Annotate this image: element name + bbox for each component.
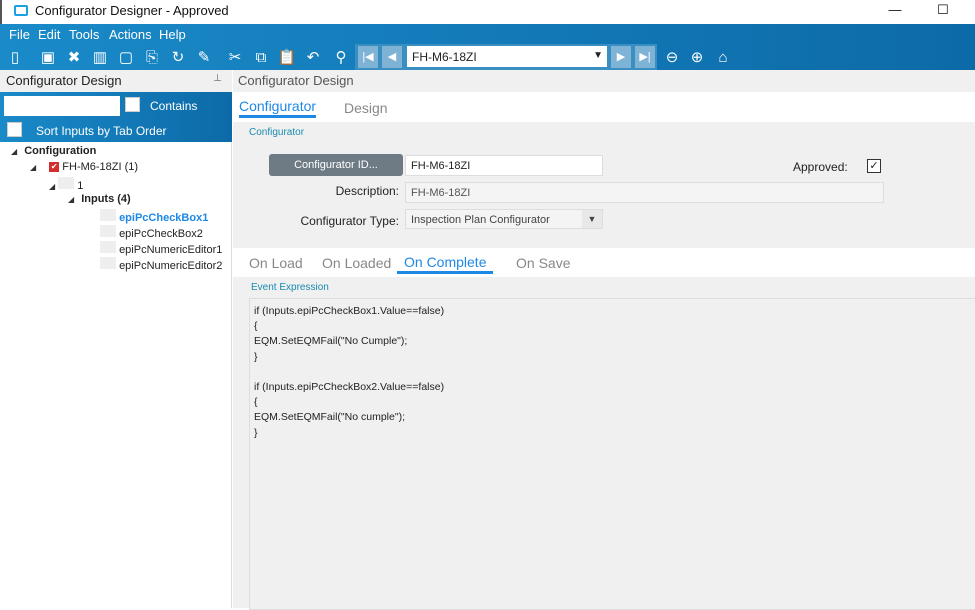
record-value: FH-M6-18ZI (412, 50, 477, 64)
configurator-id-input[interactable]: FH-M6-18ZI (405, 155, 603, 176)
folder-icon (100, 225, 116, 237)
undo-icon[interactable]: ↶ (303, 48, 323, 68)
group-label: Configurator (249, 127, 305, 138)
back-icon[interactable]: ⊖ (662, 48, 682, 68)
folder-icon (100, 257, 116, 269)
previous-record-icon[interactable]: ◀ (382, 46, 402, 68)
expand-icon: ◢ (11, 147, 18, 156)
left-panel-title: Configurator Design (6, 73, 122, 88)
menu-toolbar-band: File Edit Tools Actions Help ▯ ▣ ✖ ▥ ▢ ⎘… (0, 24, 975, 70)
tab-design[interactable]: Design (344, 100, 388, 116)
cut-icon[interactable]: ✂ (225, 48, 245, 68)
tree-node-inputs[interactable]: ◢ Inputs (4) (68, 193, 131, 205)
left-panel: Configurator Design ⊥ Contains Sort Inpu… (0, 70, 232, 608)
filter-input[interactable] (4, 96, 120, 116)
title-bar: Configurator Designer - Approved — ☐ (0, 0, 975, 24)
delete-icon[interactable]: ✖ (64, 48, 84, 68)
paste-icon[interactable]: 📋 (277, 48, 297, 68)
left-panel-header: Configurator Design ⊥ (0, 70, 232, 92)
tree-node-page[interactable]: ◢ 1 (49, 177, 83, 192)
search-binoculars-icon[interactable]: ⚲ (331, 48, 351, 68)
main-tabs: Configurator Design (233, 92, 975, 122)
tree-label: 1 (77, 180, 84, 192)
expand-icon: ◢ (30, 163, 37, 172)
book-icon[interactable]: ▥ (90, 48, 110, 68)
description-label: Description: (335, 184, 399, 198)
tree-input-item[interactable]: epiPcNumericEditor2 (100, 257, 222, 272)
sort-label: Sort Inputs by Tab Order (36, 124, 167, 138)
event-expression-editor[interactable]: if (Inputs.epiPcCheckBox1.Value==false) … (249, 298, 975, 610)
attach-icon[interactable]: ⎘ (142, 48, 162, 68)
folder-icon (100, 241, 116, 253)
window-title: Configurator Designer - Approved (35, 3, 229, 18)
main-header: Configurator Design (238, 73, 354, 88)
minimize-button[interactable]: — (872, 0, 918, 24)
tab-configurator[interactable]: Configurator (239, 98, 317, 118)
configurator-type-value: Inspection Plan Configurator (411, 214, 550, 226)
description-input[interactable]: FH-M6-18ZI (405, 182, 884, 203)
tab-on-complete[interactable]: On Complete (397, 254, 494, 274)
tree-label: FH-M6-18ZI (1) (62, 161, 139, 173)
filter-section: Contains Sort Inputs by Tab Order (0, 92, 232, 142)
approved-checkbox[interactable]: ✓ (867, 159, 881, 173)
expand-icon: ◢ (49, 182, 56, 191)
configurator-type-select[interactable]: Inspection Plan Configurator ▼ (405, 209, 603, 229)
approved-check-icon: ✔ (49, 162, 60, 173)
home-icon[interactable]: ⌂ (713, 48, 733, 68)
last-record-icon[interactable]: ▶| (635, 46, 655, 68)
contains-checkbox[interactable] (125, 97, 140, 112)
event-tabs: On Load On Loaded On Complete On Save (233, 248, 975, 277)
tree-label: epiPcNumericEditor2 (119, 260, 223, 272)
note-icon[interactable]: ▢ (116, 48, 136, 68)
chevron-down-icon: ▼ (593, 50, 603, 61)
tab-on-loaded[interactable]: On Loaded (322, 255, 391, 271)
tree-label: epiPcCheckBox2 (119, 228, 203, 240)
tree-label: epiPcNumericEditor1 (119, 244, 223, 256)
record-navigator: |◀ ◀ FH-M6-18ZI ▼ ▶ ▶| (355, 44, 657, 70)
configurator-type-label: Configurator Type: (300, 214, 399, 228)
record-combo[interactable]: FH-M6-18ZI ▼ (407, 46, 607, 67)
next-record-icon[interactable]: ▶ (611, 46, 631, 68)
tab-on-save[interactable]: On Save (516, 255, 570, 271)
save-icon[interactable]: ▣ (38, 48, 58, 68)
maximize-button[interactable]: ☐ (920, 0, 966, 24)
chevron-down-icon: ▼ (582, 210, 602, 228)
tree-node-config[interactable]: ◢ ✔ FH-M6-18ZI (1) (30, 161, 138, 173)
configurator-id-button[interactable]: Configurator ID... (269, 154, 403, 176)
folder-icon (58, 177, 75, 189)
menu-file[interactable]: File (9, 27, 30, 42)
new-icon[interactable]: ▯ (5, 48, 25, 68)
tree-input-item[interactable]: epiPcCheckBox2 (100, 225, 203, 240)
copy-icon[interactable]: ⧉ (251, 48, 271, 68)
tree-input-item[interactable]: epiPcNumericEditor1 (100, 241, 222, 256)
event-expression-label: Event Expression (251, 282, 329, 293)
tree-input-item[interactable]: epiPcCheckBox1 (100, 209, 208, 224)
approved-label: Approved: (793, 160, 848, 174)
tree-label: Inputs (4) (81, 193, 131, 205)
menu-tools[interactable]: Tools (69, 27, 99, 42)
menu-help[interactable]: Help (159, 27, 186, 42)
clear-icon[interactable]: ✎ (194, 48, 214, 68)
folder-icon (100, 209, 116, 221)
contains-label: Contains (150, 99, 198, 113)
tree-node-configuration[interactable]: ◢ Configuration (11, 145, 96, 157)
main-panel: Configurator Design Configurator Design … (233, 70, 975, 610)
sort-checkbox[interactable] (7, 122, 22, 137)
pin-icon[interactable]: ⊥ (213, 73, 222, 84)
refresh-icon[interactable]: ↻ (168, 48, 188, 68)
tree-label: epiPcCheckBox1 (119, 212, 209, 224)
menu-edit[interactable]: Edit (38, 27, 60, 42)
tree-label: Configuration (24, 145, 97, 157)
menu-actions[interactable]: Actions (109, 27, 152, 42)
first-record-icon[interactable]: |◀ (358, 46, 378, 68)
forward-icon[interactable]: ⊕ (687, 48, 707, 68)
app-icon (14, 5, 28, 16)
tab-on-load[interactable]: On Load (249, 255, 303, 271)
expand-icon: ◢ (68, 195, 75, 204)
